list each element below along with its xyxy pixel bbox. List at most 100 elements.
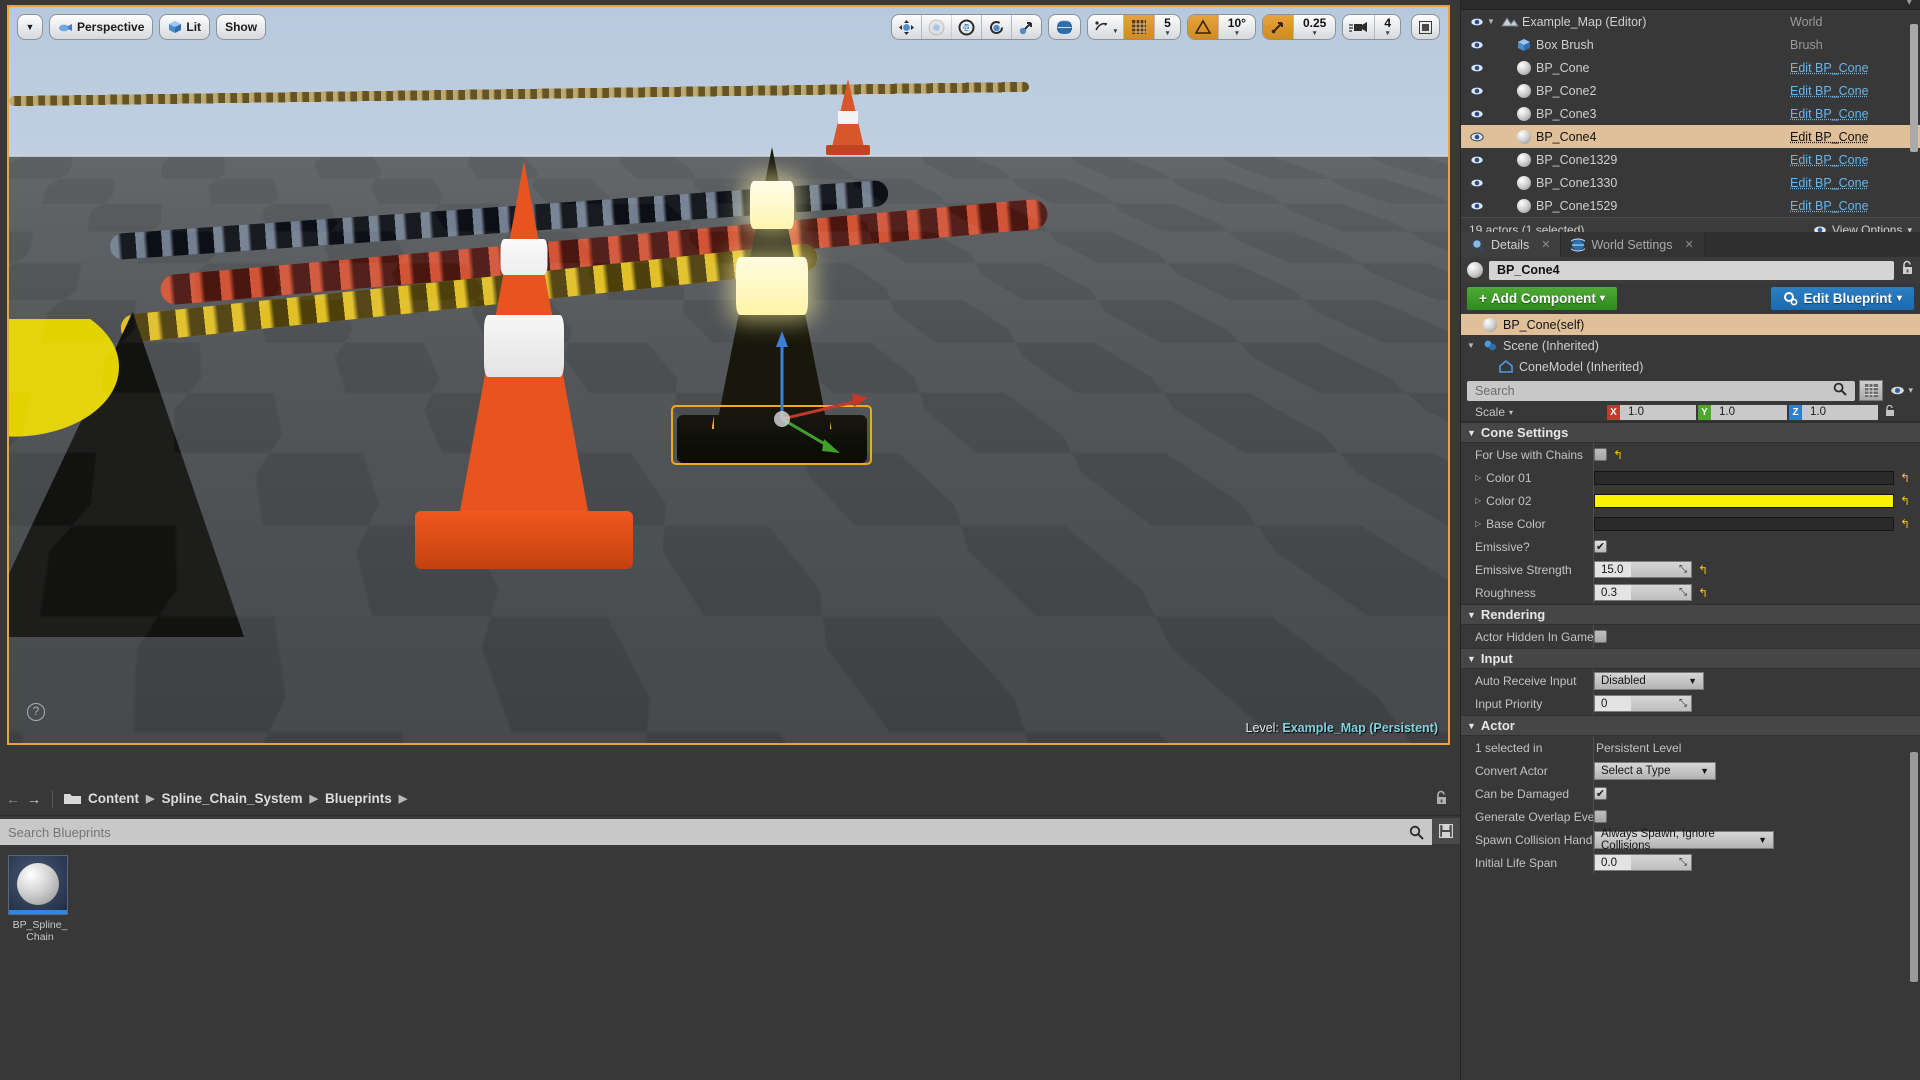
expander-triangle[interactable]: ▼ (1467, 721, 1476, 731)
view-mode-group[interactable]: Lit (159, 14, 210, 40)
show-button[interactable]: Show (217, 15, 265, 39)
visibility-eye-icon[interactable] (1467, 63, 1487, 73)
checkbox-actor-hidden-in-game[interactable] (1594, 630, 1607, 643)
visibility-eye-icon[interactable] (1467, 178, 1487, 188)
outliner-row-bp-cone2[interactable]: BP_Cone2Edit BP_Cone (1461, 79, 1920, 102)
scale-snap-group[interactable]: 0.25 ▾ (1262, 14, 1336, 40)
asset-item-bp-spline-chain[interactable]: BP_Spline_ Chain (8, 855, 72, 943)
visibility-eye-icon[interactable] (1467, 155, 1487, 165)
chevron-down-icon[interactable]: ▾ (1509, 408, 1513, 417)
outliner-row-bp-cone[interactable]: BP_ConeEdit BP_Cone (1461, 56, 1920, 79)
outliner-row-box-brush[interactable]: Box BrushBrush (1461, 33, 1920, 56)
show-menu-group[interactable]: Show (216, 14, 266, 40)
scale-x-input[interactable]: 1.0 (1620, 405, 1696, 420)
expander-triangle[interactable]: ▼ (1467, 654, 1476, 664)
number-input-emissive-strength[interactable]: 15.0⤡ (1594, 561, 1692, 578)
grid-view-toggle[interactable] (1859, 380, 1883, 401)
content-browser-lock-icon[interactable] (1434, 790, 1448, 808)
rotate-mode-button[interactable] (982, 15, 1012, 39)
forward-arrow-icon[interactable]: → (27, 791, 41, 807)
translate-alt-mode-button[interactable] (922, 15, 952, 39)
tab-details[interactable]: Details ✕ (1461, 232, 1561, 257)
cone-selected-emissive[interactable] (669, 122, 874, 467)
lit-button[interactable]: Lit (160, 15, 209, 39)
breadcrumb-item-blueprints[interactable]: Blueprints (325, 791, 392, 806)
details-tab-bar[interactable]: Details ✕ World Settings ✕ (1461, 232, 1920, 257)
maximize-viewport-button[interactable] (1411, 14, 1440, 40)
grid-snap-value-dropdown[interactable]: 5 ▾ (1155, 15, 1180, 39)
expander-triangle[interactable]: ▷ (1475, 496, 1481, 505)
expander-triangle[interactable]: ▼ (1467, 428, 1476, 438)
component-row-scene-inherited-[interactable]: ▼Scene (Inherited) (1461, 335, 1920, 356)
scale-z-input[interactable]: 1.0 (1802, 405, 1878, 420)
angle-snap-group[interactable]: 10° ▾ (1187, 14, 1256, 40)
close-icon[interactable]: ✕ (1685, 238, 1694, 251)
content-browser-search[interactable] (0, 819, 1432, 845)
camera-speed-button[interactable] (1343, 15, 1375, 39)
revert-icon[interactable]: ↰ (1900, 471, 1910, 485)
details-search-input[interactable]: Search (1467, 381, 1855, 401)
tab-world-settings[interactable]: World Settings ✕ (1561, 232, 1704, 257)
outliner-list[interactable]: ▼Example_Map (Editor)WorldBox BrushBrush… (1461, 10, 1920, 217)
add-component-button[interactable]: + Add Component ▾ (1467, 287, 1617, 310)
section-header-cone-settings[interactable]: ▼Cone Settings (1461, 422, 1920, 443)
component-row-conemodel-inherited-[interactable]: ConeModel (Inherited) (1461, 356, 1920, 377)
breadcrumb-item-spline-chain-system[interactable]: Spline_Chain_System (161, 791, 302, 806)
asset-thumbnail[interactable] (8, 855, 68, 915)
color-swatch-color-02[interactable] (1594, 494, 1894, 508)
scale-mode-button[interactable] (1012, 15, 1041, 39)
outliner-row-type[interactable]: Edit BP_Cone (1790, 61, 1920, 75)
section-header-actor[interactable]: ▼Actor (1461, 715, 1920, 736)
number-input-roughness[interactable]: 0.3⤡ (1594, 584, 1692, 601)
outliner-header-caret[interactable]: ▾ (1906, 0, 1912, 8)
section-header-rendering[interactable]: ▼Rendering (1461, 604, 1920, 625)
dropdown-auto-receive-input[interactable]: Disabled▼ (1594, 672, 1704, 690)
outliner-row-bp-cone4[interactable]: BP_Cone4Edit BP_Cone (1461, 125, 1920, 148)
section-header-input[interactable]: ▼Input (1461, 648, 1920, 669)
actor-name-field[interactable]: BP_Cone4 (1489, 261, 1894, 280)
outliner-row-type[interactable]: Edit BP_Cone (1790, 130, 1920, 144)
translate-mode-button[interactable] (892, 15, 922, 39)
color-swatch-base-color[interactable] (1594, 517, 1894, 531)
checkbox-generate-overlap-eve[interactable] (1594, 810, 1607, 823)
outliner-row-type[interactable]: Edit BP_Cone (1790, 153, 1920, 167)
edit-blueprint-button[interactable]: Edit Blueprint ▾ (1771, 287, 1914, 310)
lock-ratio-icon[interactable] (1883, 404, 1896, 420)
expander-triangle[interactable]: ▷ (1475, 519, 1481, 528)
perspective-button[interactable]: Perspective (50, 15, 152, 39)
viewport-options-dropdown[interactable]: ▼ (17, 14, 43, 40)
checkbox-for-use-with-chains[interactable] (1594, 448, 1607, 461)
surface-snap-button[interactable]: ▾ (1088, 15, 1125, 39)
expander-triangle[interactable]: ▼ (1467, 341, 1477, 350)
level-viewport[interactable]: ▼ Perspective Lit (7, 5, 1450, 745)
outliner-row-bp-cone1330[interactable]: BP_Cone1330Edit BP_Cone (1461, 171, 1920, 194)
visibility-eye-icon[interactable] (1467, 132, 1487, 142)
viewport-help-icon[interactable]: ? (27, 703, 45, 721)
component-tree[interactable]: BP_Cone(self)▼Scene (Inherited)ConeModel… (1461, 314, 1920, 377)
dropdown-convert-actor[interactable]: Select a Type▼ (1594, 762, 1716, 780)
expander-triangle[interactable]: ▼ (1467, 610, 1476, 620)
transform-mode-group[interactable]: 2D (891, 14, 1042, 40)
visibility-eye-icon[interactable] (1467, 17, 1487, 27)
world-space-button[interactable] (1049, 15, 1080, 39)
breadcrumb-item-content[interactable]: Content (88, 791, 139, 806)
content-browser-search-input[interactable] (8, 825, 1409, 840)
visibility-eye-icon[interactable] (1467, 109, 1487, 119)
outliner-row-type[interactable]: Edit BP_Cone (1790, 84, 1920, 98)
scale-y-input[interactable]: 1.0 (1711, 405, 1787, 420)
outliner-row-type[interactable]: Edit BP_Cone (1790, 176, 1920, 190)
outliner-row-example-map-editor-[interactable]: ▼Example_Map (Editor)World (1461, 10, 1920, 33)
visibility-eye-icon[interactable] (1467, 86, 1487, 96)
camera-mode-group[interactable]: Perspective (49, 14, 153, 40)
component-row-bp-cone-self-[interactable]: BP_Cone(self) (1461, 314, 1920, 335)
angle-snap-value-dropdown[interactable]: 10° ▾ (1219, 15, 1255, 39)
viewport-toolbar[interactable]: ▼ Perspective Lit (9, 7, 1448, 47)
visibility-eye-icon[interactable] (1467, 201, 1487, 211)
expander-triangle[interactable]: ▷ (1475, 473, 1481, 482)
color-swatch-color-01[interactable] (1594, 471, 1894, 485)
back-arrow-icon[interactable]: ← (6, 791, 20, 807)
outliner-row-bp-cone1329[interactable]: BP_Cone1329Edit BP_Cone (1461, 148, 1920, 171)
dropdown-spawn-collision-hand[interactable]: Always Spawn, Ignore Collisions▼ (1594, 831, 1774, 849)
revert-icon[interactable]: ↰ (1613, 448, 1623, 462)
scale-snap-toggle[interactable] (1263, 15, 1294, 39)
